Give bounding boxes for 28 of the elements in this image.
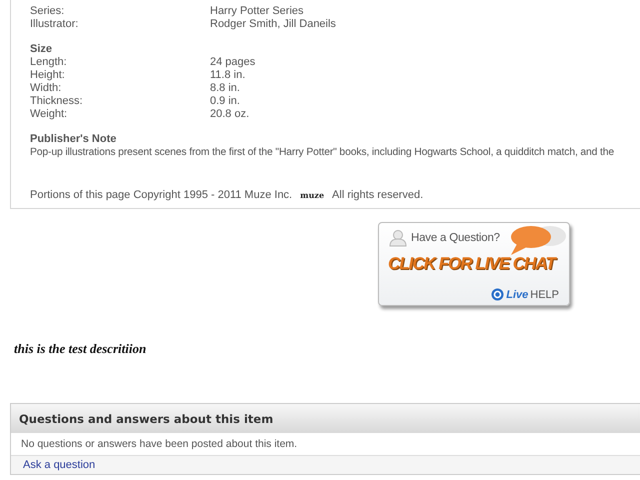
field-label: Width: [30,82,62,95]
person-icon [388,229,408,247]
field-value: 0.9 in. [210,95,240,108]
field-label: Thickness: [30,95,84,108]
copyright-text: Portions of this page Copyright 1995 - 2011 Muze Inc. [30,188,292,202]
field-label: Height: [30,69,66,82]
field-value: Harry Potter Series [210,5,304,18]
rights-text: All rights reserved. [332,188,424,202]
field-value: 20.8 oz. [210,108,250,121]
field-value: 8.8 in. [210,82,240,95]
field-value: 24 pages [210,56,256,69]
field-label: Series: [30,5,66,18]
field-label: Illustrator: [30,18,80,31]
section-heading: Size [30,43,54,56]
section-header: Questions and answers about this item [11,404,640,433]
field-value: 11.8 in. [210,69,246,82]
livehelp-logo: Live HELP [491,288,559,301]
note-text: Pop-up illustrations present scenes from the first of the "Harry Potter" books, including Hogwarts School, a quidditch match, and the [30,146,616,159]
muze-logo: muze [300,189,324,202]
live-chat-call: CLICK FOR LIVE CHAT [387,253,558,274]
ask-question-link[interactable]: Ask a question [23,459,96,471]
field-label: Weight: [30,108,68,121]
section-heading: Publisher's Note [30,133,118,146]
field-value: Rodger Smith, Jill Daneils [210,18,336,31]
description-text: this is the test descritiion [14,341,148,357]
live-chat-banner[interactable]: Have a Question? CLICK FOR LIVE CHAT Live HELP [378,222,570,306]
question-text: Have a Question? [411,232,500,244]
field-label: Length: [30,56,68,69]
